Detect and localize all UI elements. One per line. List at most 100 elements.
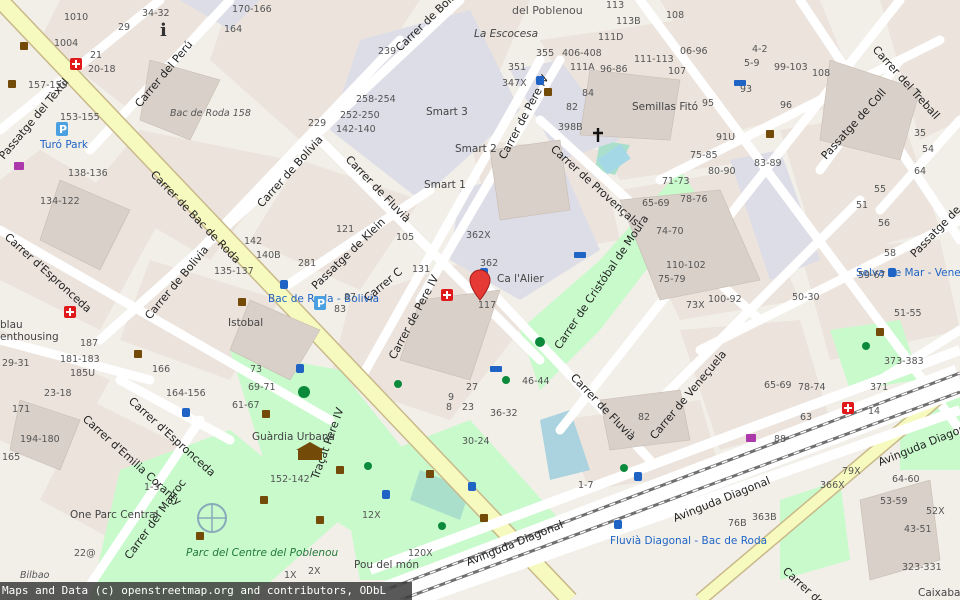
bus-icon[interactable] — [468, 482, 476, 491]
house-number: 53-59 — [880, 496, 908, 507]
house-number: 142-140 — [336, 124, 376, 135]
house-number: 347X — [502, 78, 527, 89]
house-number: 80-90 — [708, 166, 736, 177]
hotel-icon — [574, 252, 586, 258]
map-canvas[interactable]: Carrer de Bac de Roda Carrer del Perú Ca… — [0, 0, 960, 600]
cafe-icon — [260, 496, 268, 504]
cafe-icon — [480, 514, 488, 522]
house-number: 55 — [874, 184, 886, 195]
house-number: 185U — [70, 368, 95, 379]
house-number: 153-155 — [60, 112, 100, 123]
poi-blau: blau — [0, 319, 23, 331]
bus-icon[interactable] — [382, 490, 390, 499]
cafe-icon — [20, 42, 28, 50]
poi-caixabank: Caixaban — [918, 587, 960, 599]
house-number: 14 — [868, 406, 880, 417]
poi-ca-lalier: Ca l'Alier — [497, 273, 544, 285]
poi-poblenou-top: del Poblenou — [512, 4, 583, 17]
bus-icon[interactable] — [536, 76, 544, 85]
cafe-icon — [196, 532, 204, 540]
house-number: 134-122 — [40, 196, 80, 207]
house-number: 281 — [298, 258, 316, 269]
house-number: 170-166 — [232, 4, 272, 15]
map-view[interactable]: Carrer de Bac de Roda Carrer del Perú Ca… — [0, 0, 960, 600]
house-number: 323-331 — [902, 562, 942, 573]
playground-icon — [298, 386, 310, 398]
house-number: 1-3 — [144, 482, 160, 493]
house-number: 75-85 — [690, 150, 718, 161]
house-number: 79X — [842, 466, 861, 477]
house-number: 5-9 — [744, 58, 760, 69]
house-number: 43-51 — [904, 524, 932, 535]
poi-penthousing: enthousing — [0, 331, 59, 343]
poi-fluvia-diagonal: Fluvià Diagonal - Bac de Roda — [610, 535, 767, 547]
house-number: 1X — [284, 570, 297, 581]
house-number: 258-254 — [356, 94, 396, 105]
poi-escocesa: La Escocesa — [474, 28, 538, 40]
house-number: 76B — [728, 518, 747, 529]
cafe-icon — [544, 88, 552, 96]
house-number: 73 — [250, 364, 262, 375]
house-number: 96-86 — [600, 64, 628, 75]
house-number: 105 — [396, 232, 414, 243]
house-number: 23-18 — [44, 388, 72, 399]
house-number: 59-67 — [858, 270, 886, 281]
bus-icon[interactable] — [634, 472, 642, 481]
cafe-icon — [766, 130, 774, 138]
playground-icon — [438, 522, 446, 530]
house-number: 63 — [800, 412, 812, 423]
house-number: 406-408 — [562, 48, 602, 59]
house-number: 78-76 — [680, 194, 708, 205]
house-number: 355 — [536, 48, 554, 59]
house-number: 74-70 — [656, 226, 684, 237]
poi-parc-centre: Parc del Centre del Poblenou — [186, 547, 339, 559]
bus-icon[interactable] — [296, 364, 304, 373]
cafe-icon — [134, 350, 142, 358]
house-number: 152-142 — [270, 474, 310, 485]
house-number: 88 — [774, 434, 786, 445]
house-number: 398B — [558, 122, 583, 133]
house-number: 164-156 — [166, 388, 206, 399]
house-number: 1010 — [64, 12, 88, 23]
shop-icon — [746, 434, 756, 442]
house-number: 111A — [570, 62, 595, 73]
poi-smart1: Smart 1 — [424, 179, 466, 191]
house-number: 181-183 — [60, 354, 100, 365]
house-number: 108 — [666, 10, 684, 21]
house-number: 12X — [362, 510, 381, 521]
cafe-icon — [238, 298, 246, 306]
hospital-icon — [441, 289, 453, 301]
house-number: 06-96 — [680, 46, 708, 57]
playground-icon — [502, 376, 510, 384]
house-number: 171 — [12, 404, 30, 415]
house-number: 131 — [412, 264, 430, 275]
poi-semillas-text: Semillas Fitó — [632, 101, 698, 113]
playground-icon — [364, 462, 372, 470]
house-number: 4-2 — [752, 44, 768, 55]
house-number: 135-137 — [214, 266, 254, 277]
bus-icon[interactable] — [888, 268, 896, 277]
house-number: 142 — [244, 236, 262, 247]
house-number: 65-69 — [642, 198, 670, 209]
house-number: 164 — [224, 24, 242, 35]
poi-smart3: Smart 3 — [426, 106, 468, 118]
bus-icon[interactable] — [614, 520, 622, 529]
house-number: 363B — [752, 512, 777, 523]
house-number: 23 — [462, 402, 474, 413]
house-number: 65-69 — [764, 380, 792, 391]
house-number: 166 — [152, 364, 170, 375]
svg-text:P: P — [59, 123, 67, 136]
house-number: 84 — [582, 88, 594, 99]
house-number: 1-7 — [578, 480, 594, 491]
house-number: 107 — [668, 66, 686, 77]
house-number: 113B — [616, 16, 641, 27]
bus-icon[interactable] — [280, 280, 288, 289]
house-number: 87 — [344, 292, 356, 303]
bus-icon[interactable] — [182, 408, 190, 417]
house-number: 157-159 — [28, 80, 68, 91]
cafe-icon — [336, 466, 344, 474]
house-number: 64-60 — [892, 474, 920, 485]
poi-bdr158: Bac de Roda 158 — [170, 108, 251, 119]
fountain-icon — [197, 503, 227, 533]
house-number: 187 — [80, 338, 98, 349]
